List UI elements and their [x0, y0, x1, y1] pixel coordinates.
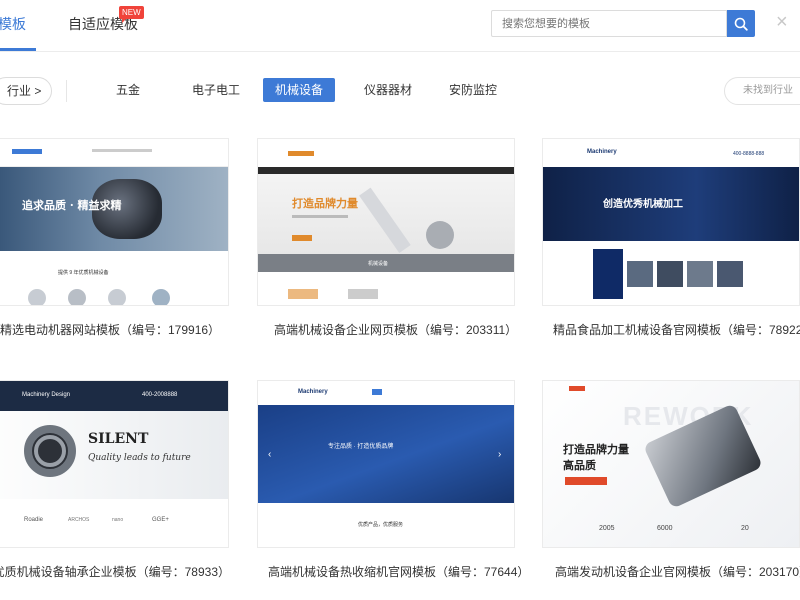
phone-text: 400-8888-888: [733, 151, 765, 157]
logo-text: Machinery: [587, 149, 617, 155]
template-title: 高端机械设备热收缩机官网模板（编号：77644）: [268, 565, 530, 579]
category-filter-row: 行业 > 五金 电子电工 机械设备 仪器器材 安防监控 未找到行业: [0, 52, 800, 132]
partner-logo: nano: [112, 517, 124, 523]
template-thumbnail: 打造品牌力量 机械设备: [258, 139, 514, 305]
template-thumbnail: REWORK 打造品牌力量 高品质 2005 6000 20: [543, 381, 799, 547]
divider: [66, 80, 67, 102]
phone-text: 400-2008888: [142, 392, 178, 398]
template-thumbnail: Machinery 400-8888-888 创造优秀机械加工: [543, 139, 799, 305]
partner-logo: ARCHOS: [68, 517, 90, 523]
stat-value: 6000: [657, 525, 673, 532]
search-icon: [734, 17, 748, 31]
template-card[interactable]: REWORK 打造品牌力量 高品质 2005 6000 20 高端发动机设备企业…: [543, 381, 800, 579]
industry-dropdown[interactable]: 行业 >: [0, 77, 53, 105]
template-title: 优质机械设备轴承企业模板（编号：78933）: [0, 565, 230, 579]
industry-not-found-button[interactable]: 未找到行业: [724, 77, 800, 105]
banner-text: 追求品质 · 精益求精: [22, 199, 122, 212]
template-card[interactable]: 打造品牌力量 机械设备 高端机械设备企业网页模板（编号：203311）: [258, 139, 517, 337]
template-title: 精品食品加工机械设备官网模板（编号：78922）: [553, 323, 800, 337]
close-icon[interactable]: ×: [776, 12, 788, 32]
search-input[interactable]: [491, 10, 727, 37]
partner-logo: Roadie: [24, 517, 44, 523]
logo-text: Machinery: [298, 389, 328, 395]
search-button[interactable]: [727, 10, 755, 37]
carousel-next-icon[interactable]: ›: [498, 449, 501, 460]
top-bar: 模板 自适应模板 NEW ×: [0, 0, 800, 52]
template-card[interactable]: 追求品质 · 精益求精 提供 9 年优质机械设备 精选电动机器网站模板（编号：1…: [0, 139, 228, 337]
banner-text: 打造品牌力量: [563, 444, 629, 456]
stat-value: 2005: [599, 525, 615, 532]
template-card[interactable]: Machinery Design 400-2008888 SILENT Qual…: [0, 381, 230, 579]
template-card[interactable]: Machinery 专注品质 · 打造优质品牌 ‹ › 优质产品，优质服务 高端…: [258, 381, 529, 579]
logo-text: Machinery Design: [22, 392, 71, 398]
template-title: 精选电动机器网站模板（编号：179916）: [0, 323, 221, 337]
template-title: 高端发动机设备企业官网模板（编号：203170）: [555, 565, 800, 579]
banner-tagline: Quality leads to future: [88, 453, 191, 463]
banner-heading: SILENT: [88, 431, 149, 447]
banner-subtext: 高品质: [563, 460, 596, 472]
tab-templates[interactable]: 模板: [0, 14, 26, 34]
carousel-prev-icon[interactable]: ‹: [268, 449, 271, 460]
partner-logo: GGE+: [152, 517, 169, 523]
nav-text: 机械设备: [368, 261, 389, 267]
category-instruments[interactable]: 仪器器材: [352, 78, 424, 102]
banner-text: 专注品质 · 打造优质品牌: [328, 444, 394, 450]
active-tab-indicator: [0, 48, 36, 51]
category-electrical[interactable]: 电子电工: [180, 78, 252, 102]
banner-text: 创造优秀机械加工: [603, 199, 683, 210]
template-thumbnail: Machinery 专注品质 · 打造优质品牌 ‹ › 优质产品，优质服务: [258, 381, 514, 547]
template-title: 高端机械设备企业网页模板（编号：203311）: [274, 323, 518, 337]
category-security[interactable]: 安防监控: [437, 78, 509, 102]
section-heading: 提供 9 年优质机械设备: [58, 270, 109, 276]
stat-value: 20: [741, 525, 749, 532]
template-thumbnail: 追求品质 · 精益求精 提供 9 年优质机械设备: [0, 139, 228, 305]
caption-text: 优质产品，优质服务: [358, 522, 404, 528]
template-card[interactable]: Machinery 400-8888-888 创造优秀机械加工 精品食品加工机械…: [543, 139, 800, 337]
banner-text: 打造品牌力量: [292, 198, 358, 210]
template-thumbnail: Machinery Design 400-2008888 SILENT Qual…: [0, 381, 228, 547]
new-badge: NEW: [119, 6, 144, 23]
category-machinery[interactable]: 机械设备: [263, 78, 336, 102]
category-hardware[interactable]: 五金: [104, 78, 152, 102]
